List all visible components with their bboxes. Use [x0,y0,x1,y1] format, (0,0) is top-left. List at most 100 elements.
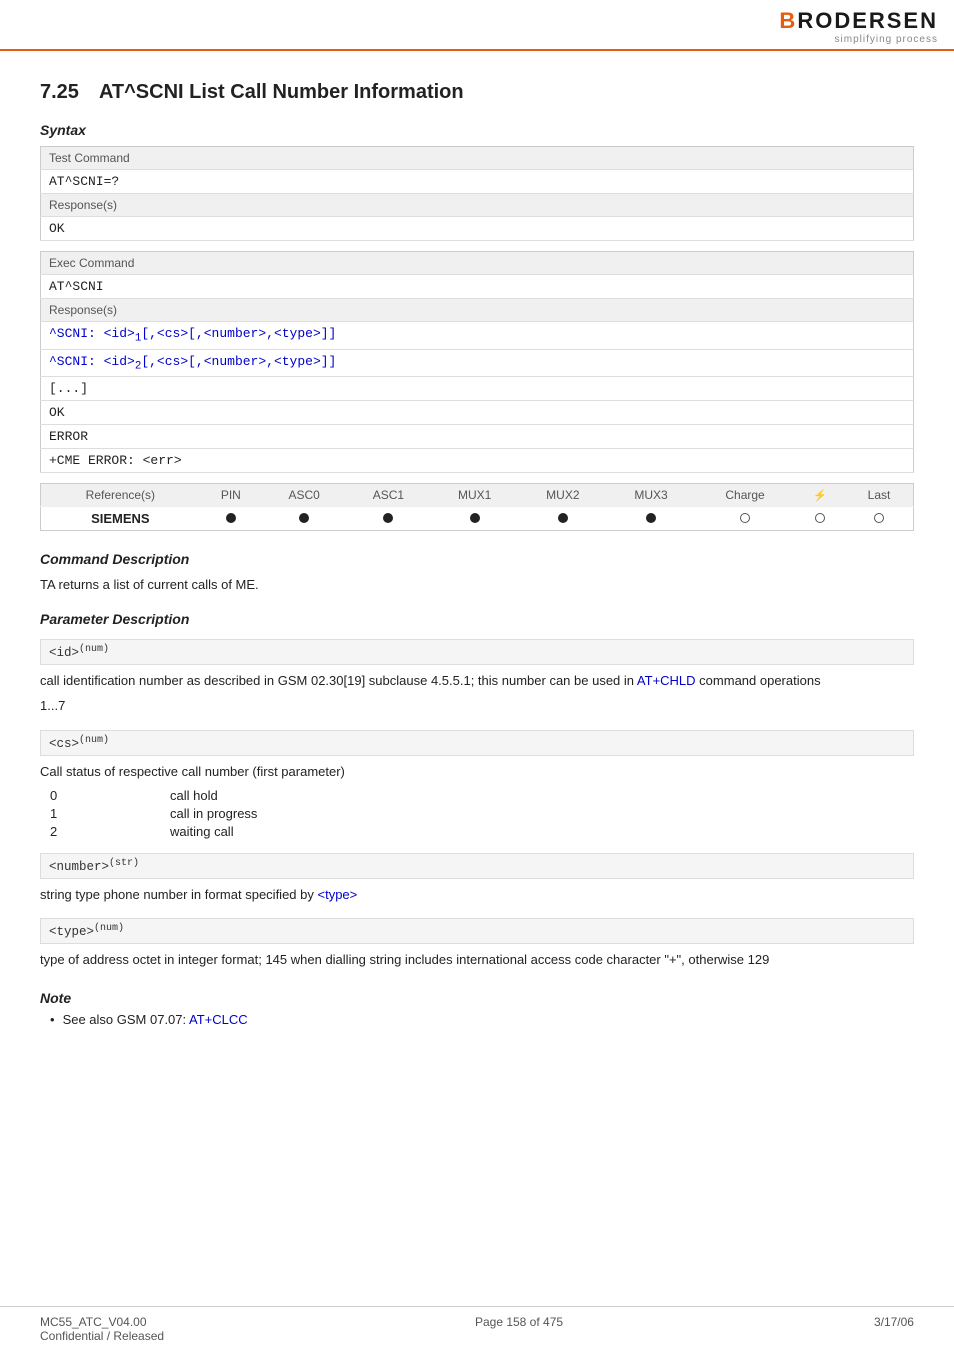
col-mux1: MUX1 [431,484,519,507]
param-type-block: <type>(num) [40,918,914,944]
exec-response-line2: ^SCNI: <id>2[,<cs>[,<number>,<type>]] [41,349,914,377]
test-command-label-row: Test Command [41,147,914,170]
param-number-block: <number>(str) [40,853,914,879]
pv-desc-2: waiting call [170,824,914,839]
note-header: Note [40,990,914,1006]
dot-filled-asc1 [383,513,393,523]
param-cs-values: 0 call hold 1 call in progress 2 waiting… [50,788,914,839]
col-pin: PIN [200,484,262,507]
note-text: See also GSM 07.07: AT+CLCC [63,1012,248,1027]
col-asc1: ASC1 [346,484,430,507]
syntax-table: Test Command AT^SCNI=? Response(s) OK [40,146,914,241]
col-charge: Charge [695,484,795,507]
col-last: Last [845,484,914,507]
command-description-header: Command Description [40,551,914,567]
reference-label: Reference(s) [41,484,200,507]
note-item-0: • See also GSM 07.07: AT+CLCC [50,1012,914,1027]
link-at-clcc[interactable]: AT+CLCC [189,1012,248,1027]
exec-response-row4: OK [41,401,914,425]
logo-tagline: simplifying process [835,34,938,45]
col-mux3: MUX3 [607,484,695,507]
ref-dot-icon1 [795,507,845,531]
param-cs-value-0: 0 call hold [50,788,914,803]
footer-confidential: Confidential / Released [40,1329,164,1343]
footer-doc-id: MC55_ATC_V04.00 [40,1315,164,1329]
dot-filled-mux1 [470,513,480,523]
page-footer: MC55_ATC_V04.00 Confidential / Released … [0,1306,954,1351]
test-response-row: OK [41,217,914,241]
dot-filled-asc0 [299,513,309,523]
exec-response-line1: ^SCNI: <id>1[,<cs>[,<number>,<type>]] [41,322,914,350]
pv-num-2: 2 [50,824,170,839]
link-type[interactable]: <type> [317,887,357,902]
test-response-label-row: Response(s) [41,194,914,217]
ref-dot-charge [695,507,795,531]
param-id-values: 1...7 [40,696,914,716]
test-response-label: Response(s) [41,194,914,217]
exec-response-row5: ERROR [41,425,914,449]
syntax-header: Syntax [40,122,914,138]
col-asc0: ASC0 [262,484,346,507]
param-id-description: call identification number as described … [40,671,914,691]
exec-response-label-row: Response(s) [41,299,914,322]
note-bullet: • [50,1012,55,1027]
exec-response-label: Response(s) [41,299,914,322]
exec-command-value: AT^SCNI [41,275,914,299]
test-command-row: AT^SCNI=? [41,170,914,194]
parameter-description-header: Parameter Description [40,611,914,627]
logo: BRODERSEN simplifying process [779,8,938,45]
dot-filled-mux3 [646,513,656,523]
section-number: 7.25 [40,81,79,103]
param-id-block: <id>(num) [40,639,914,665]
pv-num-1: 1 [50,806,170,821]
ref-dot-mux3 [607,507,695,531]
exec-response-line4: OK [41,401,914,425]
footer-date: 3/17/06 [874,1315,914,1343]
exec-response-line3: [...] [41,377,914,401]
section-heading: AT^SCNI List Call Number Information [99,81,464,103]
exec-syntax-table: Exec Command AT^SCNI Response(s) ^SCNI: … [40,251,914,473]
exec-response-line5: ERROR [41,425,914,449]
siemens-label: SIEMENS [41,507,200,531]
command-description-text: TA returns a list of current calls of ME… [40,575,914,595]
param-type-description: type of address octet in integer format;… [40,950,914,970]
ref-dot-asc1 [346,507,430,531]
ref-dot-mux2 [519,507,607,531]
pv-desc-1: call in progress [170,806,914,821]
reference-siemens-row: SIEMENS [41,507,914,531]
exec-response-row3: [...] [41,377,914,401]
reference-header-row: Reference(s) PIN ASC0 ASC1 MUX1 MUX2 MUX… [41,484,914,507]
page-header: BRODERSEN simplifying process [0,0,954,51]
test-response-value: OK [41,217,914,241]
logo-text: BRODERSEN [779,8,938,34]
ref-dot-last [845,507,914,531]
exec-response-row2: ^SCNI: <id>2[,<cs>[,<number>,<type>]] [41,349,914,377]
section-title: 7.25 AT^SCNI List Call Number Information [40,81,914,104]
exec-response-row6: +CME ERROR: <err> [41,449,914,473]
exec-command-label: Exec Command [41,252,914,275]
dot-empty-last [874,513,884,523]
footer-left: MC55_ATC_V04.00 Confidential / Released [40,1315,164,1343]
param-number-description: string type phone number in format speci… [40,885,914,905]
link-at-chld[interactable]: AT+CHLD [637,673,696,688]
exec-command-label-row: Exec Command [41,252,914,275]
reference-table: Reference(s) PIN ASC0 ASC1 MUX1 MUX2 MUX… [40,483,914,531]
param-cs-description: Call status of respective call number (f… [40,762,914,782]
dot-filled-mux2 [558,513,568,523]
footer-page: Page 158 of 475 [475,1315,563,1343]
col-mux2: MUX2 [519,484,607,507]
test-command-value: AT^SCNI=? [41,170,914,194]
ref-dot-asc0 [262,507,346,531]
param-cs-value-1: 1 call in progress [50,806,914,821]
param-cs-block: <cs>(num) [40,730,914,756]
exec-command-row: AT^SCNI [41,275,914,299]
ref-dot-pin [200,507,262,531]
exec-response-row1: ^SCNI: <id>1[,<cs>[,<number>,<type>]] [41,322,914,350]
test-command-label: Test Command [41,147,914,170]
col-icon1: ⚡ [795,484,845,507]
main-content: 7.25 AT^SCNI List Call Number Information… [0,51,954,1067]
exec-response-line6: +CME ERROR: <err> [41,449,914,473]
dot-empty-icon1 [815,513,825,523]
dot-empty-charge [740,513,750,523]
param-cs-value-2: 2 waiting call [50,824,914,839]
